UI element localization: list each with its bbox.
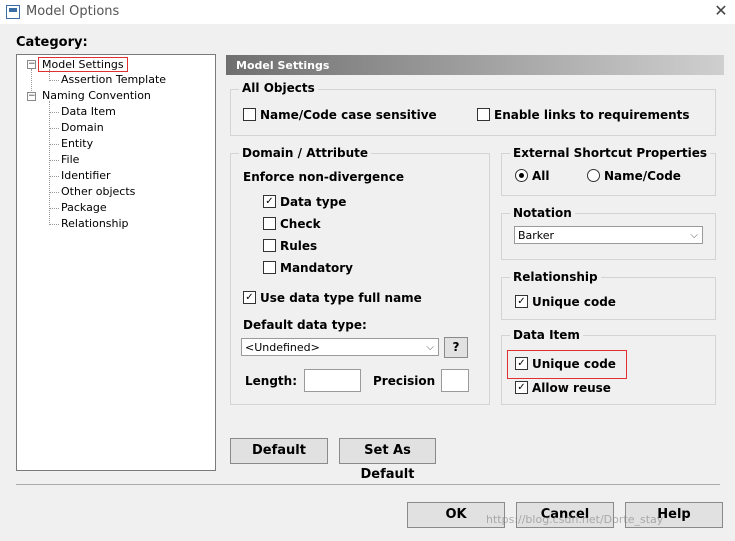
check-label: Check <box>280 217 321 231</box>
notation-title: Notation <box>510 206 575 220</box>
data-item-unique-checkbox[interactable]: ✓ <box>515 357 528 370</box>
domain-attribute-title: Domain / Attribute <box>239 146 371 160</box>
mandatory-label: Mandatory <box>280 261 353 275</box>
relationship-unique-label: Unique code <box>532 295 616 309</box>
enable-links-checkbox[interactable] <box>477 108 490 121</box>
enforce-label: Enforce non-divergence <box>243 170 404 184</box>
default-type-select[interactable]: <Undefined> ⌵ <box>241 338 439 356</box>
tree-item-identifier[interactable]: Identifier <box>61 169 111 182</box>
case-sensitive-checkbox[interactable] <box>243 108 256 121</box>
tree-line <box>49 80 59 81</box>
relationship-unique-checkbox[interactable]: ✓ <box>515 295 528 308</box>
domain-attribute-group <box>230 153 490 405</box>
precision-input[interactable] <box>441 369 469 392</box>
tree-item-entity[interactable]: Entity <box>61 137 93 150</box>
data-type-label: Data type <box>280 195 347 209</box>
close-icon[interactable]: ✕ <box>712 2 730 20</box>
full-name-checkbox[interactable]: ✓ <box>243 291 256 304</box>
tree-line <box>49 208 59 209</box>
tree-line <box>49 224 59 225</box>
help-question-button[interactable]: ? <box>444 337 468 358</box>
default-type-label: Default data type: <box>243 318 367 332</box>
allow-reuse-label: Allow reuse <box>532 381 611 395</box>
tree-line <box>49 176 59 177</box>
category-label: Category: <box>16 35 88 50</box>
tree-item-package[interactable]: Package <box>61 201 107 214</box>
chevron-down-icon: ⌵ <box>426 342 434 353</box>
chevron-down-icon: ⌵ <box>690 230 698 241</box>
default-button[interactable]: Default <box>230 438 328 464</box>
precision-label: Precision <box>373 374 436 388</box>
radio-name-code-label: Name/Code <box>604 169 681 183</box>
length-input[interactable] <box>304 369 361 392</box>
tree-line <box>49 160 59 161</box>
tree-line <box>49 192 59 193</box>
panel-title: Model Settings <box>236 59 330 72</box>
tree-item-other-objects[interactable]: Other objects <box>61 185 135 198</box>
tree-item-relationship[interactable]: Relationship <box>61 217 129 230</box>
category-tree[interactable]: − Model Settings Assertion Template − Na… <box>16 54 216 471</box>
notation-value: Barker <box>518 229 555 242</box>
tree-item-model-settings[interactable]: Model Settings <box>38 57 128 72</box>
full-name-label: Use data type full name <box>260 291 422 305</box>
watermark: https://blog.csdn.net/Dorte_stay <box>486 513 664 526</box>
app-icon <box>6 5 20 19</box>
tree-item-naming-convention[interactable]: Naming Convention <box>42 89 151 102</box>
tree-line <box>49 101 50 225</box>
collapse-icon[interactable]: − <box>27 60 36 69</box>
tree-item-data-item[interactable]: Data Item <box>61 105 116 118</box>
relationship-title: Relationship <box>510 270 601 284</box>
data-item-title: Data Item <box>510 328 583 342</box>
separator <box>16 484 720 485</box>
radio-name-code[interactable] <box>587 169 600 182</box>
tree-item-domain[interactable]: Domain <box>61 121 104 134</box>
rules-label: Rules <box>280 239 318 253</box>
allow-reuse-checkbox[interactable]: ✓ <box>515 381 528 394</box>
mandatory-checkbox[interactable] <box>263 261 276 274</box>
radio-all[interactable] <box>515 169 528 182</box>
notation-select[interactable]: Barker ⌵ <box>514 226 703 244</box>
data-item-unique-label: Unique code <box>532 357 616 371</box>
enable-links-label: Enable links to requirements <box>494 108 690 122</box>
default-type-value: <Undefined> <box>245 341 320 354</box>
tree-line <box>49 144 59 145</box>
case-sensitive-label: Name/Code case sensitive <box>260 108 437 122</box>
tree-item-file[interactable]: File <box>61 153 79 166</box>
length-label: Length: <box>245 374 297 388</box>
set-as-default-button[interactable]: Set As Default <box>339 438 436 482</box>
radio-all-label: All <box>532 169 550 183</box>
data-type-checkbox[interactable]: ✓ <box>263 195 276 208</box>
tree-item-assertion-template[interactable]: Assertion Template <box>61 73 166 86</box>
check-checkbox[interactable] <box>263 217 276 230</box>
tree-line <box>49 112 59 113</box>
all-objects-title: All Objects <box>239 81 318 95</box>
tree-line <box>49 128 59 129</box>
collapse-icon[interactable]: − <box>27 92 36 101</box>
rules-checkbox[interactable] <box>263 239 276 252</box>
window-title: Model Options <box>26 4 120 19</box>
external-shortcut-title: External Shortcut Properties <box>510 146 711 160</box>
